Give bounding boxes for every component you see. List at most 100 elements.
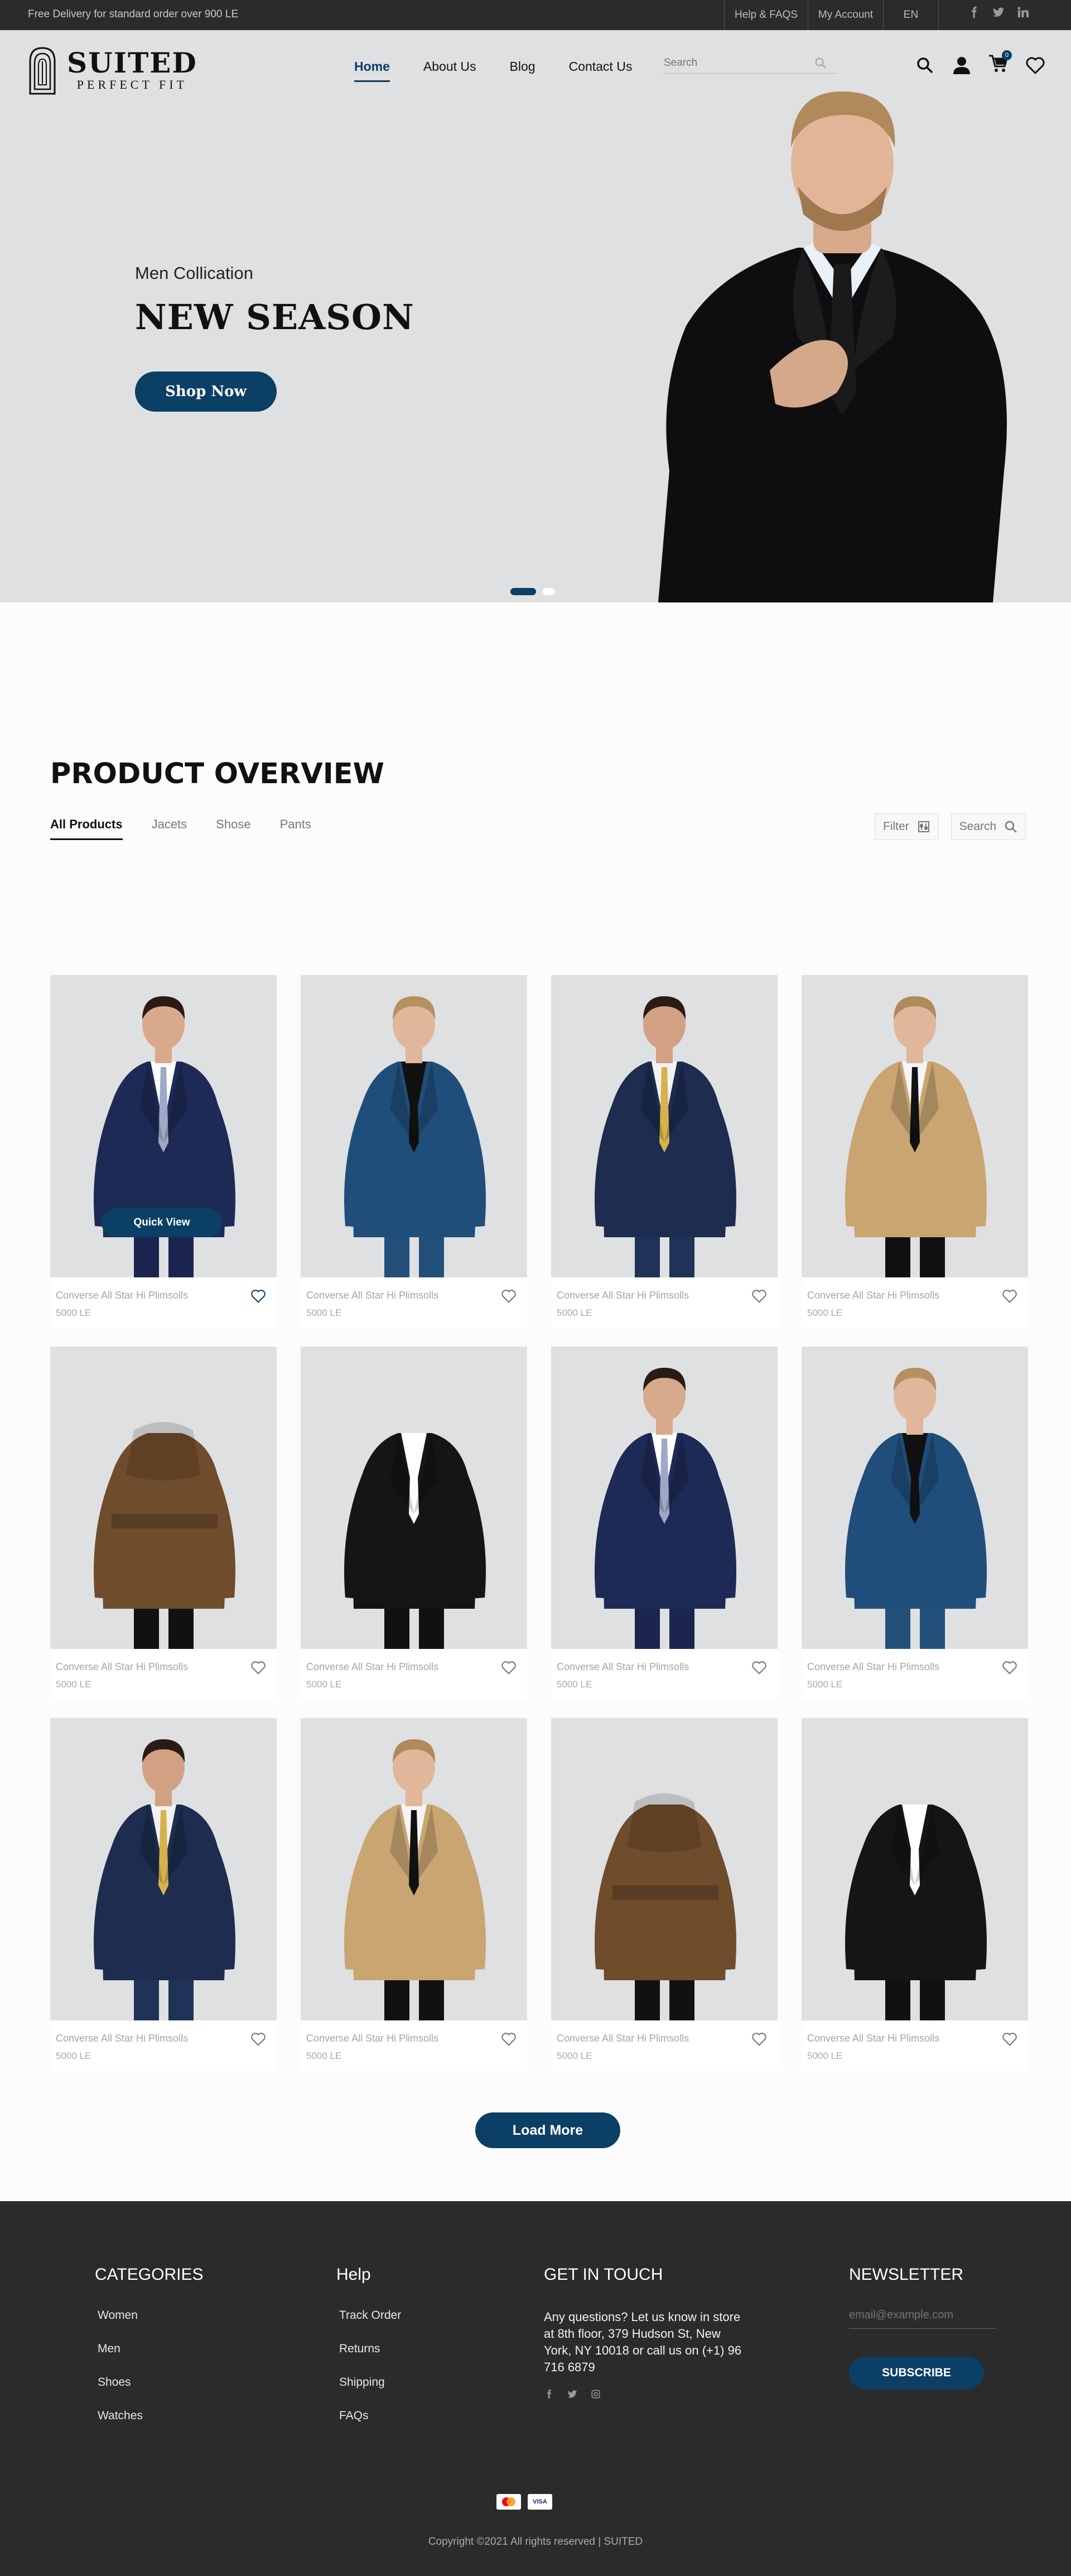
help-faqs-link[interactable]: Help & FAQS	[724, 0, 808, 30]
footer-link-returns[interactable]: Returns	[339, 2342, 401, 2356]
facebook-icon[interactable]	[544, 2389, 554, 2399]
product-name[interactable]: Converse All Star Hi Plimsolls	[306, 2033, 438, 2044]
footer-link-women[interactable]: Women	[98, 2309, 203, 2322]
product-name[interactable]: Converse All Star Hi Plimsolls	[56, 1661, 188, 1673]
wishlist-heart-icon[interactable]	[1001, 1660, 1018, 1676]
product-image[interactable]	[802, 1347, 1028, 1649]
cart-button[interactable]: 0	[988, 50, 1012, 76]
product-image[interactable]	[551, 1718, 778, 2020]
wishlist-heart-icon[interactable]	[1001, 2032, 1018, 2047]
footer-newsletter: NEWSLETTER SUBSCRIBE	[849, 2265, 996, 2389]
product-image[interactable]	[301, 975, 527, 1277]
product-image[interactable]	[802, 975, 1028, 1277]
heart-icon[interactable]	[1025, 55, 1045, 75]
product-name[interactable]: Converse All Star Hi Plimsolls	[56, 2033, 188, 2044]
product-card[interactable]: Converse All Star Hi Plimsolls 5000 LE	[551, 975, 778, 1331]
visa-icon: VISA	[528, 2494, 552, 2510]
product-card[interactable]: Converse All Star Hi Plimsolls 5000 LE	[301, 1718, 527, 2074]
shop-now-button[interactable]: Shop Now	[135, 372, 277, 412]
wishlist-heart-icon[interactable]	[500, 2032, 517, 2047]
footer-link-watches[interactable]: Watches	[98, 2409, 203, 2423]
filter-button[interactable]: Filter	[875, 813, 939, 840]
wishlist-heart-icon[interactable]	[250, 1289, 267, 1304]
user-icon[interactable]	[952, 55, 972, 75]
product-card[interactable]: Converse All Star Hi Plimsolls 5000 LE	[551, 1347, 778, 1702]
subscribe-button[interactable]: SUBSCRIBE	[849, 2357, 984, 2389]
product-card[interactable]: Converse All Star Hi Plimsolls 5000 LE	[802, 1347, 1028, 1702]
product-name[interactable]: Converse All Star Hi Plimsolls	[807, 2033, 939, 2044]
linkedin-icon[interactable]	[1017, 6, 1029, 18]
product-card[interactable]: Converse All Star Hi Plimsolls 5000 LE	[551, 1718, 778, 2074]
load-more-button[interactable]: Load More	[475, 2112, 620, 2148]
tab-shoes[interactable]: Shose	[216, 817, 250, 840]
wishlist-heart-icon[interactable]	[250, 2032, 267, 2047]
footer-categories: CATEGORIES Women Men Shoes Watches	[95, 2265, 203, 2443]
quick-view-button[interactable]: Quick View	[102, 1208, 222, 1237]
brand-text: SUITED PERFECT FIT	[67, 49, 197, 92]
product-card[interactable]: Quick View Converse All Star Hi Plimsolls…	[50, 975, 277, 1331]
nav-contact-us[interactable]: Contact Us	[569, 59, 633, 80]
product-price: 5000 LE	[557, 1679, 592, 1690]
product-name[interactable]: Converse All Star Hi Plimsolls	[807, 1661, 939, 1673]
product-image[interactable]	[802, 1718, 1028, 2020]
brand-logo[interactable]: SUITED PERFECT FIT	[26, 45, 197, 96]
instagram-icon[interactable]	[591, 2389, 601, 2399]
product-name[interactable]: Converse All Star Hi Plimsolls	[306, 1290, 438, 1301]
product-card[interactable]: Converse All Star Hi Plimsolls 5000 LE	[301, 975, 527, 1331]
product-name[interactable]: Converse All Star Hi Plimsolls	[557, 2033, 689, 2044]
product-name[interactable]: Converse All Star Hi Plimsolls	[807, 1290, 939, 1301]
product-image[interactable]	[551, 975, 778, 1277]
product-card[interactable]: Converse All Star Hi Plimsolls 5000 LE	[50, 1718, 277, 2074]
hero-banner: SUITED PERFECT FIT Home About Us Blog Co…	[0, 30, 1071, 602]
footer-link-track-order[interactable]: Track Order	[339, 2309, 401, 2322]
product-search-button[interactable]: Search	[951, 813, 1026, 840]
tab-jackets[interactable]: Jacets	[152, 817, 187, 840]
product-image[interactable]	[301, 1347, 527, 1649]
promo-text: Free Delivery for standard order over 90…	[28, 8, 239, 20]
product-card[interactable]: Converse All Star Hi Plimsolls 5000 LE	[802, 1718, 1028, 2074]
nav-about-us[interactable]: About Us	[423, 59, 476, 80]
footer-link-faqs[interactable]: FAQs	[339, 2409, 401, 2423]
product-image[interactable]	[301, 1718, 527, 2020]
product-price: 5000 LE	[557, 1308, 592, 1318]
twitter-icon[interactable]	[567, 2389, 577, 2399]
facebook-icon[interactable]	[968, 6, 980, 18]
product-card[interactable]: Converse All Star Hi Plimsolls 5000 LE	[301, 1347, 527, 1702]
tab-all-products[interactable]: All Products	[50, 817, 123, 840]
header-search-input[interactable]	[664, 56, 814, 69]
newsletter-email-input[interactable]	[849, 2309, 996, 2329]
product-image[interactable]	[50, 1718, 277, 2020]
search-icon[interactable]	[915, 55, 935, 75]
product-name[interactable]: Converse All Star Hi Plimsolls	[56, 1290, 188, 1301]
slider-dot-1[interactable]	[510, 588, 536, 595]
wishlist-heart-icon[interactable]	[500, 1660, 517, 1676]
wishlist-heart-icon[interactable]	[1001, 1289, 1018, 1304]
product-card[interactable]: Converse All Star Hi Plimsolls 5000 LE	[50, 1347, 277, 1702]
nav-home[interactable]: Home	[354, 59, 390, 82]
language-selector[interactable]: EN	[883, 0, 939, 30]
wishlist-heart-icon[interactable]	[500, 1289, 517, 1304]
product-name[interactable]: Converse All Star Hi Plimsolls	[557, 1661, 689, 1673]
footer: CATEGORIES Women Men Shoes Watches Help …	[0, 2201, 1071, 2576]
product-info: Converse All Star Hi Plimsolls 5000 LE	[301, 1277, 527, 1328]
twitter-icon[interactable]	[992, 6, 1005, 18]
wishlist-heart-icon[interactable]	[250, 1660, 267, 1676]
product-image[interactable]	[551, 1347, 778, 1649]
my-account-link[interactable]: My Account	[808, 0, 883, 30]
product-name[interactable]: Converse All Star Hi Plimsolls	[557, 1290, 689, 1301]
wishlist-heart-icon[interactable]	[751, 1289, 768, 1304]
product-image[interactable]	[50, 1347, 277, 1649]
footer-link-shoes[interactable]: Shoes	[98, 2376, 203, 2389]
wishlist-heart-icon[interactable]	[751, 1660, 768, 1676]
footer-link-men[interactable]: Men	[98, 2342, 203, 2356]
slider-dot-2[interactable]	[543, 588, 555, 595]
tab-pants[interactable]: Pants	[280, 817, 311, 840]
nav-blog[interactable]: Blog	[510, 59, 536, 80]
search-icon[interactable]	[814, 57, 827, 69]
footer-link-shipping[interactable]: Shipping	[339, 2376, 401, 2389]
filter-label: Filter	[883, 820, 909, 833]
wishlist-heart-icon[interactable]	[751, 2032, 768, 2047]
product-price: 5000 LE	[56, 2051, 91, 2061]
product-card[interactable]: Converse All Star Hi Plimsolls 5000 LE	[802, 975, 1028, 1331]
product-name[interactable]: Converse All Star Hi Plimsolls	[306, 1661, 438, 1673]
